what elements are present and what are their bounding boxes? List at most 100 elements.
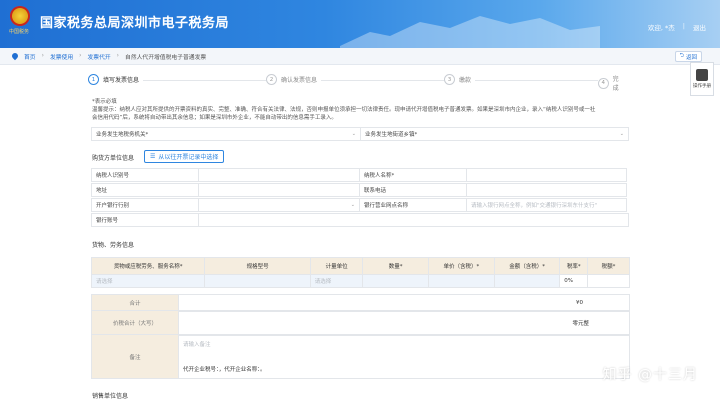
goods-rate-value: 0%	[559, 274, 588, 288]
buyer-row-1: 纳税人识别号 纳税人名称*	[91, 168, 630, 182]
step-number: 1	[88, 74, 99, 85]
col-header-spec: 规格型号	[204, 257, 311, 275]
remark-textarea[interactable]: 请输入备注 代开企业税号：，代开企业名称：。	[178, 334, 630, 379]
tax-office-label: 业务发生地税务机关*	[96, 132, 149, 138]
user-area: 欢迎, *杰 | 退出	[648, 22, 706, 32]
address-input[interactable]	[198, 183, 360, 197]
branch-label: 银行营业网点名称	[359, 198, 467, 212]
chevron-down-icon: ⌄	[619, 131, 624, 137]
bank-label: 开户银行行别	[91, 198, 199, 212]
bank-select[interactable]: ⌄	[198, 198, 360, 212]
step-label: 填写发票信息	[103, 77, 140, 84]
step-label: 完成	[612, 76, 619, 92]
col-header-tax: 税额*	[587, 257, 630, 275]
breadcrumb-current: 自然人代开增值税电子普通发票	[125, 54, 207, 61]
watermark: 知乎 @十三月	[602, 367, 698, 383]
goods-amount-input[interactable]	[493, 274, 561, 288]
buyer-section-title: 购货方单位信息	[92, 155, 135, 162]
step-label: 缴款	[459, 77, 472, 84]
notice-line-1: 温馨提示：纳税人应对其所提供的开票资料的真实、完整、准确、符合有关法律、法规，否…	[92, 107, 596, 113]
step-2: 2 确认发票信息	[266, 74, 322, 85]
goods-tax-value	[586, 274, 630, 288]
col-header-price: 单价（含税）*	[428, 257, 495, 275]
tax-office-select[interactable]: 业务发生地税务机关* ⌄	[91, 127, 361, 141]
breadcrumb: 首页 › 发票使用 › 发票代开 › 自然人代开增值税电子普通发票	[0, 48, 720, 65]
manual-button[interactable]: 操作手册	[690, 62, 714, 96]
breadcrumb-invoice-use[interactable]: 发票使用	[50, 52, 73, 61]
notice-line-2: 会信用代码”后，系统将自动带出其余信息；如果是深圳市外企业，不能自动带出的信息需…	[92, 115, 337, 121]
divider: |	[682, 22, 685, 30]
manual-label: 操作手册	[693, 84, 711, 89]
site-header: 中国税务 国家税务总局深圳市电子税务局 欢迎, *杰 | 退出	[0, 0, 720, 48]
address-label: 地址	[91, 183, 199, 197]
chevron-right-icon: ›	[79, 53, 82, 59]
user-name: *杰	[665, 24, 675, 32]
step-1: 1 填写发票信息	[88, 74, 144, 85]
site-title: 国家税务总局深圳市电子税务局	[40, 16, 230, 31]
phone-label: 联系电话	[359, 183, 467, 197]
col-header-qty: 数量*	[362, 257, 430, 275]
steps-line	[102, 80, 600, 81]
goods-price-input[interactable]	[427, 274, 495, 288]
back-button[interactable]: ⮌ 返回	[674, 51, 702, 62]
buyer-name-label: 纳税人名称*	[359, 168, 467, 182]
step-4: 4 完成	[598, 74, 628, 92]
col-header-amount: 金额（含税）*	[493, 257, 561, 275]
chevron-right-icon: ›	[116, 53, 119, 59]
chevron-down-icon: ⌄	[350, 202, 355, 208]
col-header-name: 货物或应税劳务、服务名称*	[91, 257, 206, 275]
notice-text: *表示必填 温馨提示：纳税人应对其所提供的开票资料的真实、完整、准确、符合有关法…	[92, 98, 632, 122]
step-3: 3 缴款	[444, 74, 476, 85]
col-header-unit: 计量单位	[309, 257, 364, 275]
step-number: 3	[444, 74, 455, 85]
goods-section-title: 货物、劳务信息	[92, 242, 135, 249]
chevron-down-icon: ⌄	[351, 131, 356, 137]
total-cn-row: 价税合计（大写） 零元整	[91, 310, 630, 336]
chevron-right-icon: ›	[41, 53, 44, 59]
buyer-row-2: 地址 联系电话	[91, 183, 630, 197]
step-number: 4	[598, 77, 609, 89]
account-label: 银行账号	[91, 213, 199, 227]
step-label: 确认发票信息	[281, 77, 318, 84]
pick-history-button[interactable]: ☰ 从以往开票记录中选择	[144, 150, 225, 163]
remark-text: 代开企业税号：，代开企业名称：。	[183, 367, 266, 373]
remark-row: 备注 请输入备注 代开企业税号：，代开企业名称：。	[91, 334, 630, 379]
location-pin-icon	[10, 51, 20, 61]
logo-caption: 中国税务	[9, 29, 30, 35]
branch-input[interactable]: 请输入银行网点全称，例如"交通银行深圳东什支行"	[466, 198, 627, 212]
list-icon: ☰	[150, 153, 156, 160]
total-cn-label: 价税合计（大写）	[91, 310, 179, 336]
seller-section-title: 销售单位信息	[92, 393, 129, 400]
goods-header-row: 货物或应税劳务、服务名称* 规格型号 计量单位 数量* 单价（含税）* 金额（含…	[91, 257, 630, 275]
phone-input[interactable]	[466, 183, 627, 197]
account-input[interactable]	[198, 213, 629, 227]
taxid-input[interactable]	[198, 168, 360, 182]
goods-qty-input[interactable]	[362, 274, 429, 288]
progress-steps: 1 填写发票信息 2 确认发票信息 3 缴款 4 完成	[88, 74, 628, 92]
welcome-text: 欢迎, *杰	[647, 24, 675, 32]
total-cn-value: 零元整	[178, 310, 630, 336]
breadcrumb-invoice-issue[interactable]: 发票代开	[87, 52, 110, 61]
goods-name-select[interactable]: 请选择	[91, 274, 206, 288]
pick-history-label: 从以往开票记录中选择	[158, 154, 219, 161]
book-icon	[696, 69, 708, 81]
buyer-row-3: 开户银行行别 ⌄ 银行营业网点名称 请输入银行网点全称，例如"交通银行深圳东什支…	[91, 198, 630, 212]
buyer-name-input[interactable]	[466, 168, 627, 182]
col-header-rate: 税率*	[559, 257, 589, 275]
logout-link[interactable]: 退出	[693, 22, 706, 32]
street-label: 业务发生地街道乡镇*	[365, 132, 418, 138]
welcome-label: 欢迎	[647, 24, 661, 32]
required-hint: *表示必填	[92, 99, 117, 105]
street-select[interactable]: 业务发生地街道乡镇* ⌄	[360, 127, 629, 141]
branch-placeholder: 请输入银行网点全称，例如"交通银行深圳东什支行"	[471, 203, 598, 209]
goods-spec-input[interactable]	[204, 274, 311, 288]
great-wall-decoration	[340, 16, 600, 48]
buyer-row-4: 银行账号	[91, 213, 630, 227]
breadcrumb-home[interactable]: 首页	[24, 52, 36, 61]
tax-logo-icon	[10, 6, 30, 26]
goods-unit-select[interactable]: 请选择	[309, 274, 364, 288]
location-row: 业务发生地税务机关* ⌄ 业务发生地街道乡镇* ⌄	[91, 127, 630, 141]
return-icon: ⮌	[679, 53, 684, 59]
remark-label: 备注	[91, 334, 179, 379]
remark-placeholder: 请输入备注	[183, 342, 211, 348]
